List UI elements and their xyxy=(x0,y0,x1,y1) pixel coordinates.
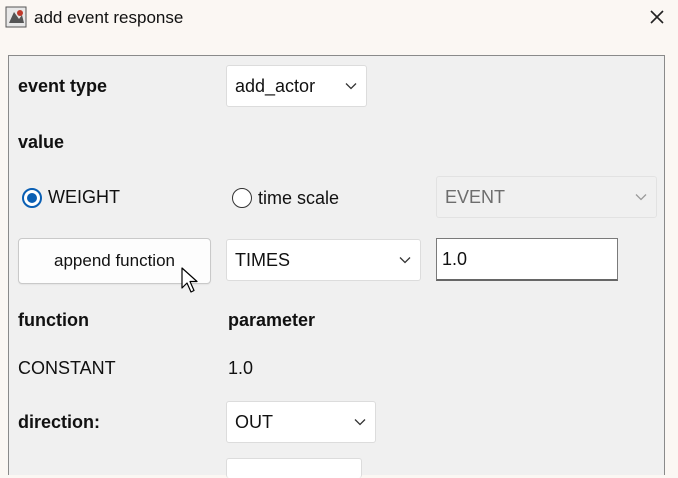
value-label: value xyxy=(18,132,65,152)
time-scale-select-value: EVENT xyxy=(445,186,506,207)
event-type-label: event type xyxy=(18,76,108,96)
partial-select[interactable] xyxy=(226,458,362,478)
parameter-column-header: parameter xyxy=(228,310,316,330)
weight-radio[interactable] xyxy=(22,188,42,208)
operator-value: TIMES xyxy=(235,249,291,270)
close-icon[interactable] xyxy=(646,6,668,28)
direction-value: OUT xyxy=(235,411,273,432)
title-bar: add event response xyxy=(0,0,678,38)
weight-radio-label[interactable]: WEIGHT xyxy=(48,187,120,208)
function-column-header: function xyxy=(18,310,89,330)
parameter-input[interactable]: 1.0 xyxy=(436,238,618,281)
event-type-value: add_actor xyxy=(235,75,316,96)
direction-label: direction: xyxy=(18,412,101,432)
time-scale-radio-label[interactable]: time scale xyxy=(258,188,339,209)
time-scale-select: EVENT xyxy=(436,176,657,218)
app-icon xyxy=(5,6,27,28)
operator-select[interactable]: TIMES xyxy=(226,239,421,281)
mouse-pointer-icon xyxy=(181,267,198,293)
chevron-down-icon xyxy=(635,194,647,201)
direction-select[interactable]: OUT xyxy=(226,401,376,443)
parameter-cell: 1.0 xyxy=(228,358,254,378)
chevron-down-icon xyxy=(399,257,411,264)
parameter-input-value: 1.0 xyxy=(442,248,468,269)
time-scale-radio[interactable] xyxy=(232,188,252,208)
window-title: add event response xyxy=(34,8,184,27)
chevron-down-icon xyxy=(354,419,366,426)
chevron-down-icon xyxy=(345,83,357,90)
event-type-select[interactable]: add_actor xyxy=(226,65,367,107)
function-cell: CONSTANT xyxy=(18,358,116,378)
